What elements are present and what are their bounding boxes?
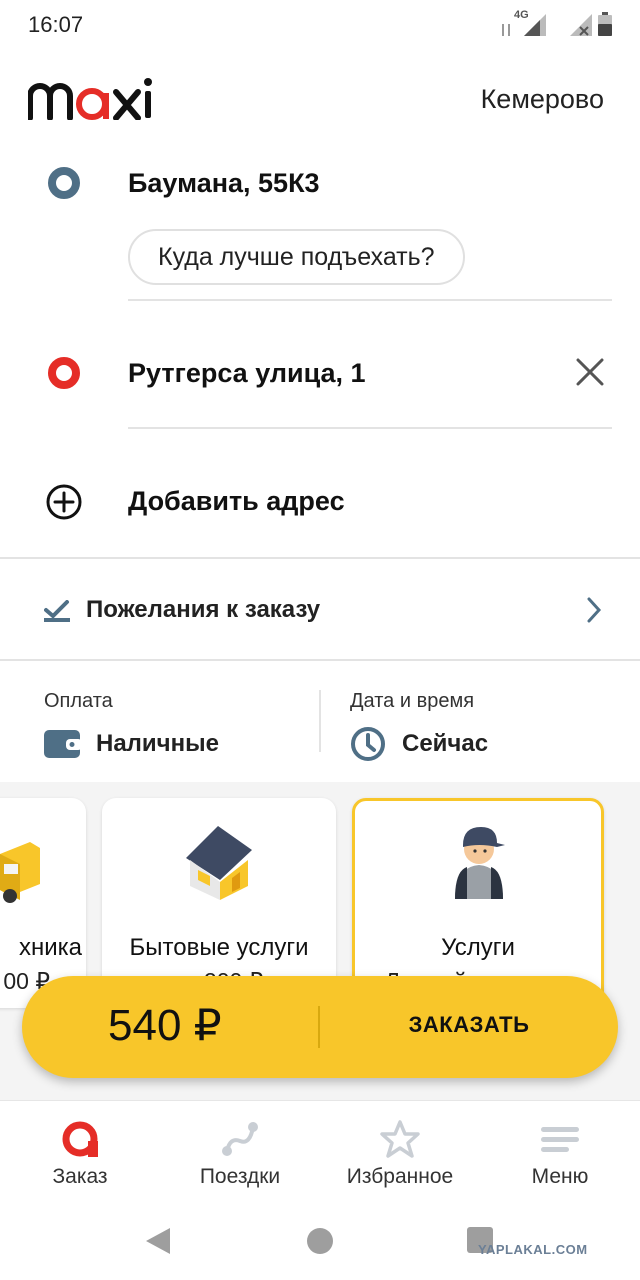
from-address-row[interactable]: Баумана, 55К3 — [0, 150, 640, 220]
datetime-value: Сейчас — [402, 730, 489, 757]
pickup-hint-button[interactable]: Куда лучше подъехать? — [128, 229, 465, 285]
wallet-icon — [44, 730, 80, 758]
add-address-label: Добавить адрес — [128, 486, 345, 516]
checkmark-icon — [44, 600, 70, 622]
nav-item-menu[interactable]: Меню — [480, 1101, 640, 1201]
back-icon[interactable] — [144, 1226, 172, 1256]
service-title: Бытовые услуги — [129, 934, 309, 961]
add-circle-icon — [46, 484, 82, 520]
close-icon[interactable] — [574, 356, 606, 388]
origin-marker-icon — [48, 167, 80, 199]
from-address: Баумана, 55К3 — [128, 168, 320, 198]
nav-label: Заказ — [52, 1165, 108, 1188]
logo-text-m — [28, 76, 178, 120]
nav-item-trips[interactable]: Поездки — [160, 1101, 320, 1201]
nav-item-favorites[interactable]: Избранное — [320, 1101, 480, 1201]
vertical-divider — [319, 690, 321, 752]
order-button-label: ЗАКАЗАТЬ — [408, 1012, 530, 1037]
nav-label: Избранное — [346, 1165, 454, 1188]
nav-item-order[interactable]: Заказ — [0, 1101, 160, 1201]
nav-label: Меню — [531, 1165, 589, 1188]
divider — [0, 557, 640, 559]
clock-icon — [351, 727, 385, 761]
menu-icon — [541, 1127, 579, 1152]
nav-label: Поездки — [199, 1165, 281, 1188]
service-title: хника — [18, 934, 82, 961]
star-icon — [380, 1120, 420, 1158]
add-address-button[interactable]: Добавить адрес — [0, 470, 640, 534]
datetime-label: Дата и время — [350, 690, 475, 712]
watermark: YAPLAKAL.COM — [478, 1242, 588, 1257]
signal-icon — [502, 14, 546, 36]
no-signal-icon — [570, 14, 592, 36]
order-price: 540 ₽ — [108, 1001, 222, 1050]
divider — [128, 299, 612, 301]
chevron-right-icon — [587, 597, 602, 623]
to-address: Рутгерса улица, 1 — [128, 358, 366, 388]
destination-marker-icon — [48, 357, 80, 389]
payment-row: Оплата Наличные Дата и время Сейчас — [0, 662, 640, 782]
payment-label: Оплата — [44, 690, 113, 712]
status-bar: 16:07 4G — [0, 0, 640, 50]
status-time: 16:07 — [28, 12, 84, 37]
city-selector[interactable]: Кемерово — [481, 84, 604, 115]
order-button[interactable]: 540 ₽ ЗАКАЗАТЬ — [22, 976, 618, 1078]
system-navigation — [0, 1200, 640, 1280]
order-wishes-label: Пожелания к заказу — [86, 596, 321, 623]
bottom-navigation: Заказ Поездки Избранное Меню — [0, 1100, 640, 1200]
to-address-row[interactable]: Рутгерса улица, 1 — [0, 340, 640, 410]
home-icon[interactable] — [306, 1227, 334, 1255]
divider — [0, 659, 640, 661]
service-title: Услуги — [441, 934, 515, 961]
divider — [128, 427, 612, 429]
payment-method-selector[interactable]: Оплата Наличные — [0, 662, 318, 782]
order-wishes-row[interactable]: Пожелания к заказу — [0, 560, 640, 660]
house-icon — [186, 826, 252, 900]
trips-icon — [222, 1122, 258, 1156]
truck-icon — [0, 842, 40, 903]
order-icon — [62, 1121, 98, 1157]
battery-icon — [598, 12, 612, 36]
payment-value: Наличные — [96, 730, 219, 757]
datetime-selector[interactable]: Дата и время Сейчас — [322, 662, 640, 782]
personal-driver-icon — [455, 827, 505, 899]
